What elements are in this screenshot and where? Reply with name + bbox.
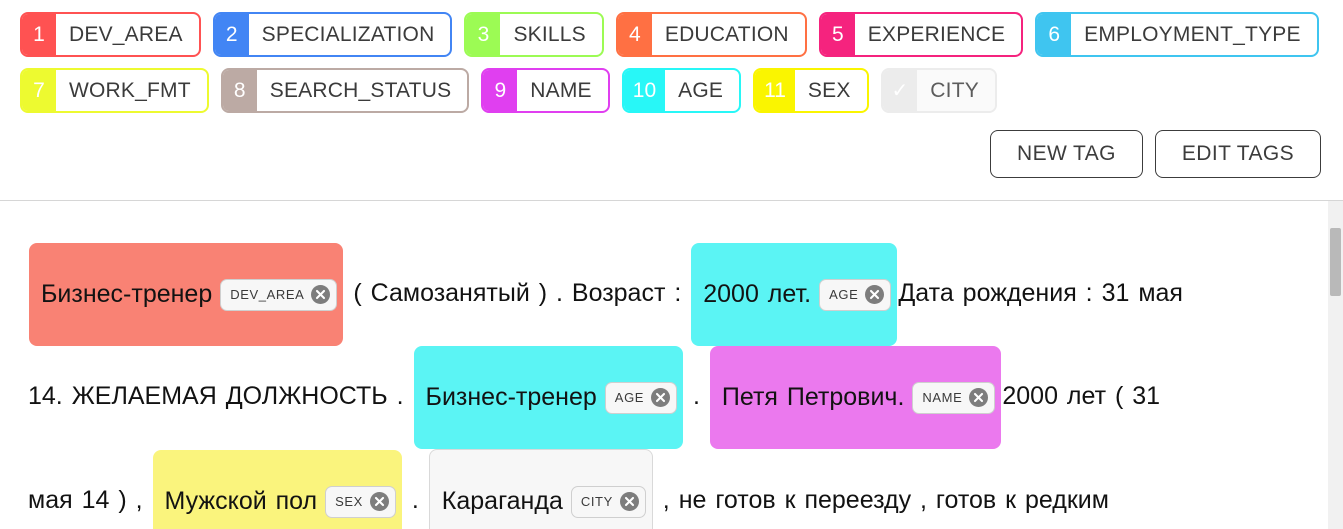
annotation-text: Бизнес-тренер <box>425 383 597 411</box>
document-line: 14. ЖЕЛАЕМАЯ ДОЛЖНОСТЬ . Бизнес-тренер AG… <box>28 346 1303 449</box>
document-text: Дата рождения : 31 мая <box>898 279 1183 308</box>
annotation-label-chip[interactable]: NAME <box>912 381 996 414</box>
tag-palette-row-2: 7 WORK_FMT 8 SEARCH_STATUS 9 NAME 10 AGE 11 SEX ✓ C… <box>20 68 1343 113</box>
document-text: . <box>402 486 428 515</box>
document-line: Бизнес-тренер DEV_AREA ( Самозанятый ) . … <box>28 243 1303 346</box>
tag-chip-employment_type[interactable]: 6 EMPLOYMENT_TYPE <box>1035 12 1319 57</box>
annotation-age[interactable]: 2000 лет. AGE <box>691 243 898 346</box>
tag-name: SKILLS <box>513 22 586 46</box>
annotation-label-text: CITY <box>580 494 613 509</box>
tag-index: 10 <box>623 70 666 111</box>
annotation-text: 2000 лет. <box>703 280 812 308</box>
tag-chip-dev_area[interactable]: 1 DEV_AREA <box>20 12 201 57</box>
document-text: 2000 лет ( 31 <box>1002 382 1161 411</box>
annotation-label-chip[interactable]: AGE <box>819 278 892 311</box>
tag-index: 2 <box>214 14 249 55</box>
annotation-name[interactable]: Петя Петрович. NAME <box>709 346 1002 449</box>
tag-index: 5 <box>820 14 855 55</box>
tag-name: NAME <box>530 78 592 102</box>
tag-chip-work_fmt[interactable]: 7 WORK_FMT <box>20 68 209 113</box>
vertical-scrollbar-thumb[interactable] <box>1330 228 1341 296</box>
annotation-age[interactable]: Бизнес-тренер AGE <box>413 346 684 449</box>
tag-index: 9 <box>483 70 518 111</box>
document-text: . <box>684 382 709 411</box>
new-tag-button[interactable]: NEW TAG <box>990 130 1143 178</box>
tag-chip-experience[interactable]: 5 EXPERIENCE <box>818 12 1024 57</box>
tag-index: 1 <box>22 14 56 55</box>
tag-name: EMPLOYMENT_TYPE <box>1084 22 1301 46</box>
document-text: 14. ЖЕЛАЕМАЯ ДОЛЖНОСТЬ . <box>28 382 413 411</box>
annotation-label-text: AGE <box>829 287 859 302</box>
vertical-scrollbar-track[interactable] <box>1328 201 1343 529</box>
tag-index: 6 <box>1037 14 1072 55</box>
tag-name: SEARCH_STATUS <box>269 78 452 102</box>
tag-index: 11 <box>755 70 795 111</box>
tag-chip-search_status[interactable]: 8 SEARCH_STATUS <box>220 68 470 113</box>
tag-chip-age[interactable]: 10 AGE <box>621 68 742 113</box>
annotation-label-chip[interactable]: CITY <box>570 485 646 518</box>
tag-chip-specialization[interactable]: 2 SPECIALIZATION <box>212 12 453 57</box>
tag-name: AGE <box>678 78 724 102</box>
annotation-label-chip[interactable]: SEX <box>325 485 396 518</box>
tag-name: SPECIALIZATION <box>261 22 435 46</box>
tag-name: EDUCATION <box>664 22 789 46</box>
close-circle-icon[interactable] <box>369 492 389 511</box>
annotation-sex[interactable]: Мужской пол SEX <box>152 450 402 529</box>
document-text: , не готов к переезду , готов к редким <box>653 486 1109 515</box>
close-circle-icon[interactable] <box>311 285 331 304</box>
tag-index: 8 <box>222 70 257 111</box>
tag-palette-row-1: 1 DEV_AREA 2 SPECIALIZATION 3 SKILLS 4 EDUCATIO… <box>20 12 1343 57</box>
annotation-text: Бизнес-тренер <box>41 280 213 308</box>
tag-name: WORK_FMT <box>69 78 191 102</box>
annotated-document[interactable]: Бизнес-тренер DEV_AREA ( Самозанятый ) . … <box>0 201 1343 529</box>
tag-chip-education[interactable]: 4 EDUCATION <box>615 12 807 57</box>
annotation-text: Мужской пол <box>164 487 318 515</box>
tag-name: CITY <box>917 70 995 111</box>
tag-name: EXPERIENCE <box>867 22 1006 46</box>
document-line: мая 14 ) , Мужской пол SEX . Караганда CIT… <box>28 449 1303 529</box>
tag-name: DEV_AREA <box>69 22 183 46</box>
close-circle-icon[interactable] <box>969 388 989 407</box>
annotation-label-chip[interactable]: AGE <box>604 381 678 414</box>
annotation-city[interactable]: Караганда CITY <box>428 449 653 529</box>
tag-chip-city[interactable]: ✓ CITY <box>880 68 997 113</box>
tag-chip-sex[interactable]: 11 SEX <box>753 68 869 113</box>
annotation-dev_area[interactable]: Бизнес-тренер DEV_AREA <box>29 243 344 346</box>
annotation-text: Караганда <box>441 487 563 515</box>
check-icon: ✓ <box>882 70 918 111</box>
document-text: мая 14 ) , <box>28 486 152 515</box>
document-text: ( Самозанятый ) . Возраст : <box>344 279 691 308</box>
annotation-label-text: SEX <box>335 494 363 509</box>
annotation-label-text: NAME <box>922 390 963 405</box>
tag-name: SEX <box>807 78 851 102</box>
tag-actions-toolbar: NEW TAG EDIT TAGS <box>0 124 1343 178</box>
close-circle-icon[interactable] <box>865 285 885 304</box>
close-circle-icon[interactable] <box>651 388 671 407</box>
tag-palette: 1 DEV_AREA 2 SPECIALIZATION 3 SKILLS 4 EDUCATIO… <box>0 0 1343 113</box>
tag-index: 4 <box>617 14 652 55</box>
annotation-label-text: AGE <box>614 390 645 405</box>
tag-index: 3 <box>466 14 501 55</box>
tag-index: 7 <box>22 70 56 111</box>
annotation-text: Петя Петрович. <box>721 383 905 411</box>
tag-chip-skills[interactable]: 3 SKILLS <box>464 12 604 57</box>
annotation-tool-window: 1 DEV_AREA 2 SPECIALIZATION 3 SKILLS 4 EDUCATIO… <box>0 0 1343 529</box>
annotation-label-text: DEV_AREA <box>230 287 305 302</box>
tag-chip-name[interactable]: 9 NAME <box>481 68 610 113</box>
close-circle-icon[interactable] <box>619 492 639 511</box>
edit-tags-button[interactable]: EDIT TAGS <box>1154 130 1321 178</box>
annotation-label-chip[interactable]: DEV_AREA <box>220 278 338 311</box>
